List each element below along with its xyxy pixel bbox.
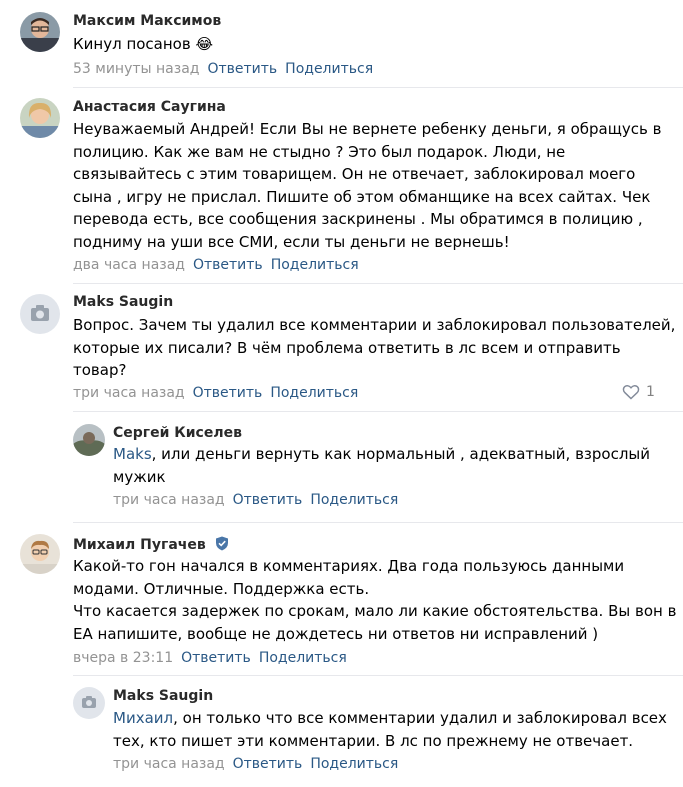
avatar[interactable] [20, 98, 60, 138]
comment-text-line: сына , игру не прислал. Пишите об этом о… [73, 187, 651, 206]
comment-author: Михаил Пугачев [73, 536, 229, 553]
comment-text-line: Вопрос. Зачем ты удалил все комментарии … [73, 316, 676, 334]
divider [73, 87, 683, 88]
comment-text-line: модами. Отличные. Поддержка есть. [73, 579, 370, 598]
comment-text-line: которые их писали? В чём проблема ответи… [73, 338, 621, 357]
comment-text-line: Что касается задержек по срокам, мало ли… [73, 602, 677, 621]
mention-link[interactable]: Михаил [113, 709, 173, 727]
comment-meta: три часа назад Ответить Поделиться [113, 756, 398, 772]
share-button[interactable]: Поделиться [285, 61, 373, 77]
share-button[interactable]: Поделиться [310, 492, 398, 508]
comment-text-line: Неуважаемый Андрей! Если Вы не вернете р… [73, 120, 662, 138]
mention-link[interactable]: Maks [113, 445, 152, 463]
comment-author[interactable]: Максим Максимов [73, 13, 221, 29]
comment-author[interactable]: Сергей Киселев [113, 425, 242, 441]
comment-time[interactable]: три часа назад [113, 492, 225, 508]
comment-text-line: подниму на уши все СМИ, если ты деньги н… [73, 232, 510, 251]
like-count: 1 [646, 384, 655, 400]
avatar[interactable] [20, 12, 60, 52]
comment-meta: три часа назад Ответить Поделиться [113, 492, 398, 508]
reply-button[interactable]: Ответить [181, 650, 251, 666]
divider [73, 675, 683, 676]
comment-meta: 53 минуты назад Ответить Поделиться [73, 61, 373, 77]
share-button[interactable]: Поделиться [270, 385, 358, 401]
comment-time[interactable]: вчера в 23:11 [73, 650, 173, 666]
divider [73, 522, 683, 523]
comment-text-line: ЕА напишите, вообще не дождетесь ни отве… [73, 624, 599, 643]
reply-button[interactable]: Ответить [233, 756, 303, 772]
divider [73, 283, 683, 284]
author-name[interactable]: Михаил Пугачев [73, 537, 206, 553]
comment-text-line: мужик [113, 467, 166, 486]
comment-text: Неуважаемый Андрей! Если Вы не вернете р… [73, 118, 661, 254]
comment-time[interactable]: три часа назад [113, 756, 225, 772]
comment-meta: три часа назад Ответить Поделиться [73, 385, 358, 401]
verified-shield-icon [215, 536, 228, 551]
heart-icon [622, 385, 640, 400]
comment-text: Кинул посанов 😂 [73, 33, 213, 56]
comment-text-line: , или деньги вернуть как нормальный , ад… [151, 445, 651, 463]
comment-text: Михаил, он только что все комментарии уд… [113, 707, 667, 752]
comment-text-line: перевода есть, все сообщения заскринены … [73, 210, 643, 229]
share-button[interactable]: Поделиться [259, 650, 347, 666]
comment-text-line: Кинул посанов 😂 [73, 35, 213, 53]
reply-button[interactable]: Ответить [193, 257, 263, 273]
comment-text-line: тех, кто пишет эти комментарии. В лс по … [113, 731, 634, 750]
reply-button[interactable]: Ответить [207, 61, 277, 77]
avatar[interactable] [20, 534, 60, 574]
comment-time[interactable]: три часа назад [73, 385, 185, 401]
comment-author[interactable]: Maks Saugin [73, 294, 173, 310]
comment-text-line: полицию. Как же вам не стыдно ? Это был … [73, 142, 566, 161]
comment-text-line: Какой-то гон начался в комментариях. Два… [73, 557, 625, 575]
comment-meta: вчера в 23:11 Ответить Поделиться [73, 650, 347, 666]
like-button[interactable]: 1 [622, 384, 655, 400]
avatar[interactable] [73, 687, 105, 719]
comment-text: Maks, или деньги вернуть как нормальный … [113, 443, 650, 488]
comment-text-line: товар? [73, 361, 127, 380]
comment-text: Вопрос. Зачем ты удалил все комментарии … [73, 314, 675, 382]
share-button[interactable]: Поделиться [310, 756, 398, 772]
reply-button[interactable]: Ответить [233, 492, 303, 508]
avatar[interactable] [20, 294, 60, 334]
comment-text-line: , он только что все комментарии удалил и… [173, 709, 667, 727]
comment-text: Какой-то гон начался в комментариях. Два… [73, 555, 676, 645]
divider [73, 411, 683, 412]
comment-author[interactable]: Анастасия Саугина [73, 99, 226, 115]
comment-meta: два часа назад Ответить Поделиться [73, 257, 359, 273]
comment-time[interactable]: два часа назад [73, 257, 185, 273]
comment-time[interactable]: 53 минуты назад [73, 61, 199, 77]
comment-text-line: связывайтесь с этим товарищем. Он не отв… [73, 165, 636, 184]
reply-button[interactable]: Ответить [193, 385, 263, 401]
share-button[interactable]: Поделиться [271, 257, 359, 273]
avatar[interactable] [73, 424, 105, 456]
comment-author[interactable]: Maks Saugin [113, 688, 213, 704]
